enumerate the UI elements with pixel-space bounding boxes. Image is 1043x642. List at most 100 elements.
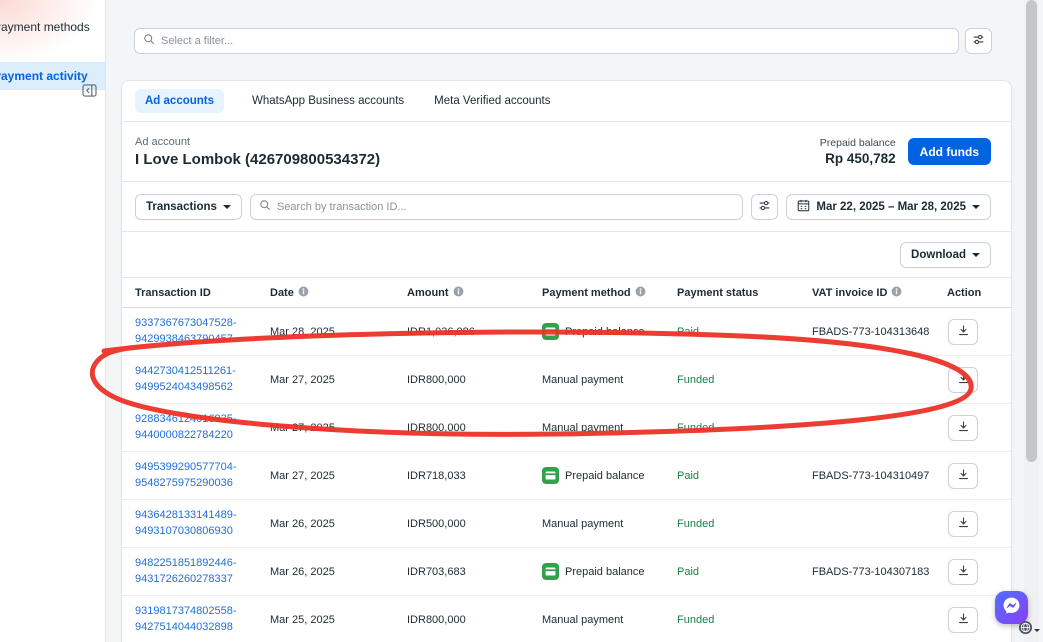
prepaid-balance-label: Prepaid balance — [820, 137, 896, 149]
date-cell: Mar 28, 2025 — [270, 326, 407, 338]
filter-bar — [134, 28, 992, 54]
info-icon[interactable] — [635, 286, 646, 300]
filter-input-wrap — [134, 28, 959, 54]
scrollbar-thumb[interactable] — [1026, 0, 1037, 462]
payment-status-cell: Paid — [677, 470, 812, 482]
info-icon[interactable] — [891, 286, 902, 300]
filter-input[interactable] — [161, 35, 950, 47]
main-content: Ad accounts WhatsApp Business accounts M… — [106, 0, 1043, 642]
prepaid-badge-icon — [542, 563, 559, 580]
table-row: 9482251851892446-9431726260278337 Mar 26… — [122, 548, 1011, 596]
transaction-id-link[interactable]: 9319817374802558-9427514044032898 — [135, 604, 270, 635]
collapse-sidebar-button[interactable] — [80, 84, 98, 100]
prepaid-balance: Prepaid balance Rp 450,782 — [820, 137, 896, 166]
download-invoice-button[interactable] — [948, 367, 978, 393]
info-icon[interactable] — [453, 286, 464, 300]
date-cell: Mar 27, 2025 — [270, 470, 407, 482]
vat-invoice-cell: FBADS-773-104310497 — [812, 470, 947, 482]
column-header-transaction-id: Transaction ID — [135, 287, 270, 299]
payment-method-cell: Manual payment — [542, 374, 677, 386]
transaction-search-wrap — [250, 194, 743, 220]
account-type-tabs: Ad accounts WhatsApp Business accounts M… — [122, 81, 1011, 122]
calendar-icon — [797, 199, 810, 215]
download-invoice-button[interactable] — [948, 463, 978, 489]
transactions-dropdown-label: Transactions — [146, 201, 217, 213]
column-header-payment-status: Payment status — [677, 287, 812, 299]
tune-icon — [758, 199, 771, 215]
download-icon — [957, 612, 970, 628]
tab-meta-verified-accounts[interactable]: Meta Verified accounts — [432, 89, 552, 113]
amount-cell: IDR800,000 — [407, 374, 542, 386]
amount-cell: IDR500,000 — [407, 518, 542, 530]
amount-cell: IDR703,683 — [407, 566, 542, 578]
transaction-id-link[interactable]: 9436428133141489-9493107030806930 — [135, 508, 270, 539]
download-icon — [957, 324, 970, 340]
payment-status-cell: Funded — [677, 422, 812, 434]
download-dropdown-button[interactable]: Download — [900, 242, 991, 268]
collapse-sidebar-icon — [82, 84, 97, 100]
date-cell: Mar 27, 2025 — [270, 374, 407, 386]
date-cell: Mar 26, 2025 — [270, 566, 407, 578]
globe-widget[interactable] — [1018, 620, 1040, 640]
billing-card: Ad accounts WhatsApp Business accounts M… — [121, 80, 1012, 642]
transaction-id-link[interactable]: 9482251851892446-9431726260278337 — [135, 556, 270, 587]
vat-invoice-cell: FBADS-773-104307183 — [812, 566, 947, 578]
payment-status-cell: Paid — [677, 566, 812, 578]
search-settings-button[interactable] — [751, 194, 778, 220]
tab-ad-accounts[interactable]: Ad accounts — [135, 89, 224, 113]
download-invoice-button[interactable] — [948, 415, 978, 441]
caret-down-icon — [223, 205, 231, 213]
transaction-search-input[interactable] — [277, 201, 734, 213]
prepaid-badge-icon — [542, 467, 559, 484]
search-icon — [259, 198, 271, 216]
transaction-id-link[interactable]: 9442730412511261-9499524043498562 — [135, 364, 270, 395]
prepaid-balance-value: Rp 450,782 — [820, 151, 896, 166]
sidebar-item-payment-methods[interactable]: Payment methods — [0, 13, 105, 41]
account-name: I Love Lombok (426709800534372) — [135, 151, 380, 168]
download-invoice-button[interactable] — [948, 607, 978, 633]
filter-settings-button[interactable] — [965, 28, 992, 54]
amount-cell: IDR1,036,086 — [407, 326, 542, 338]
globe-icon — [1018, 620, 1033, 640]
scrollbar-track — [1024, 0, 1039, 642]
caret-down-icon — [972, 205, 980, 213]
payment-method-cell: Prepaid balance — [542, 467, 677, 484]
date-cell: Mar 27, 2025 — [270, 422, 407, 434]
download-invoice-button[interactable] — [948, 319, 978, 345]
tab-whatsapp-business-accounts[interactable]: WhatsApp Business accounts — [250, 89, 406, 113]
download-invoice-button[interactable] — [948, 559, 978, 585]
account-header: Ad account I Love Lombok (42670980053437… — [122, 122, 1011, 182]
download-icon — [957, 468, 970, 484]
transaction-id-link[interactable]: 9495399290577704-9548275975290036 — [135, 460, 270, 491]
column-header-payment-method: Payment method — [542, 286, 677, 300]
download-invoice-button[interactable] — [948, 511, 978, 537]
payment-status-cell: Funded — [677, 518, 812, 530]
payment-method-cell: Prepaid balance — [542, 563, 677, 580]
info-icon[interactable] — [298, 286, 309, 300]
payment-status-cell: Funded — [677, 614, 812, 626]
table-row: 9319817374802558-9427514044032898 Mar 25… — [122, 596, 1011, 642]
download-icon — [957, 516, 970, 532]
table-row: 9442730412511261-9499524043498562 Mar 27… — [122, 356, 1011, 404]
table-row: 9337367673047528-9429938463790457 Mar 28… — [122, 308, 1011, 356]
caret-down-icon — [1034, 629, 1040, 635]
date-cell: Mar 25, 2025 — [270, 614, 407, 626]
transaction-id-link[interactable]: 9337367673047528-9429938463790457 — [135, 316, 270, 347]
amount-cell: IDR800,000 — [407, 614, 542, 626]
table-row: 9288346124016935-9440000822784220 Mar 27… — [122, 404, 1011, 452]
download-icon — [957, 420, 970, 436]
column-header-vat-invoice-id: VAT invoice ID — [812, 286, 947, 300]
messenger-icon — [1002, 596, 1021, 620]
amount-cell: IDR718,033 — [407, 470, 542, 482]
transaction-id-link[interactable]: 9288346124016935-9440000822784220 — [135, 412, 270, 443]
add-funds-button[interactable]: Add funds — [908, 138, 991, 165]
date-range-picker[interactable]: Mar 22, 2025 – Mar 28, 2025 — [786, 194, 991, 220]
caret-down-icon — [972, 253, 980, 261]
payment-status-cell: Funded — [677, 374, 812, 386]
column-header-amount: Amount — [407, 286, 542, 300]
payment-status-cell: Paid — [677, 326, 812, 338]
transactions-dropdown[interactable]: Transactions — [135, 194, 242, 220]
account-info: Ad account I Love Lombok (42670980053437… — [135, 136, 380, 168]
account-label: Ad account — [135, 136, 380, 148]
amount-cell: IDR800,000 — [407, 422, 542, 434]
